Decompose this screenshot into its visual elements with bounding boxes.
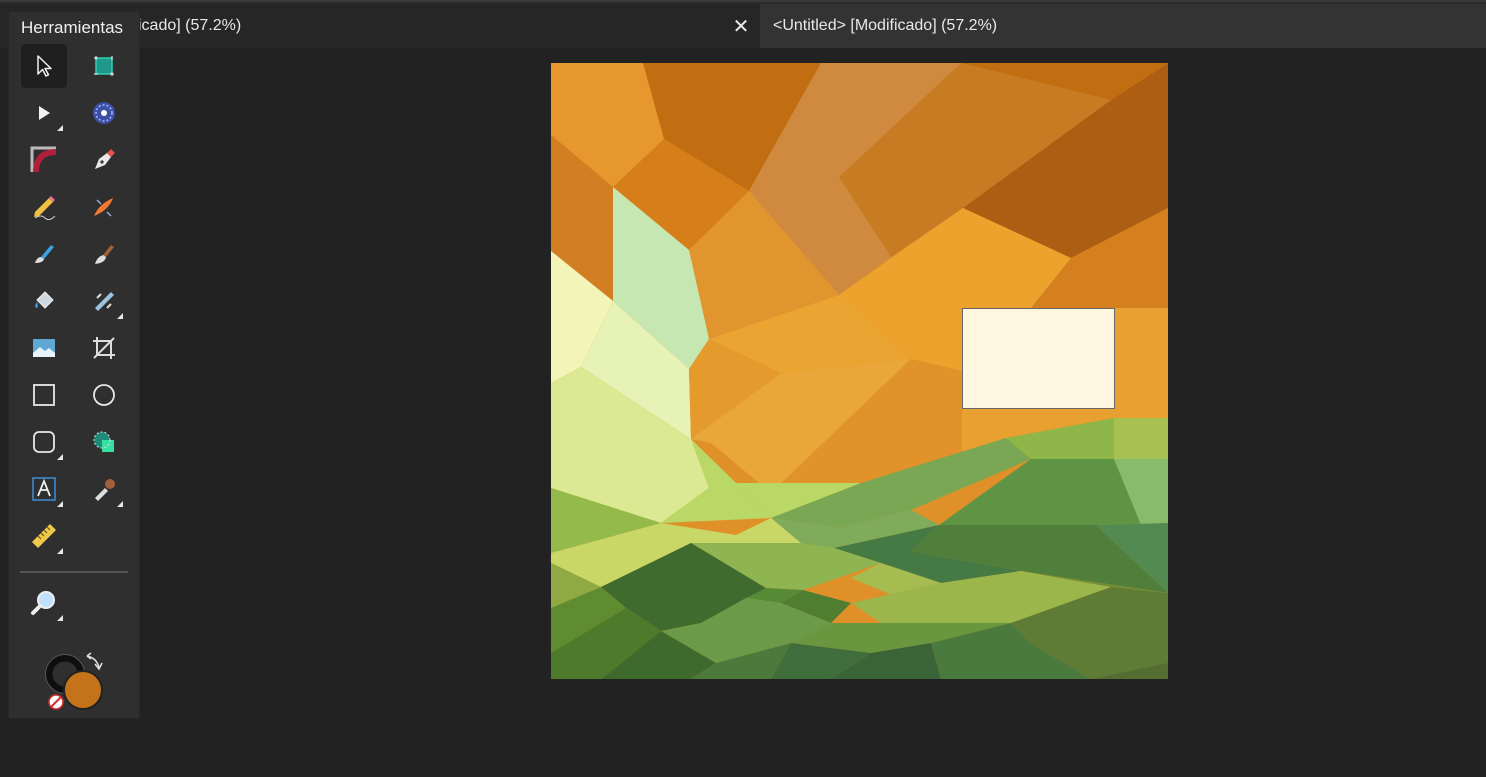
tab-document-2-label: <Untitled> [Modificado] (57.2%) xyxy=(773,17,998,34)
flyout-indicator xyxy=(57,125,63,131)
flyout-indicator xyxy=(117,313,123,319)
crop-tool-icon xyxy=(93,337,115,359)
flyout-indicator xyxy=(57,454,63,460)
pencil-tool[interactable] xyxy=(21,185,67,229)
document-canvas[interactable] xyxy=(551,63,1168,679)
paint-brush-tool-icon xyxy=(35,245,54,263)
rounded-rectangle-tool-icon xyxy=(33,431,55,453)
place-image-tool[interactable] xyxy=(21,326,67,370)
tools-separator xyxy=(20,571,128,573)
point-transform-tool[interactable] xyxy=(81,91,127,135)
shape-builder-tool[interactable] xyxy=(81,420,127,464)
tab-document-1-label: icado] (57.2%) xyxy=(138,17,242,34)
artboard-tool[interactable] xyxy=(81,44,127,88)
pencil-tool-icon xyxy=(34,196,56,220)
vector-brush-tool-icon xyxy=(94,198,113,217)
pixel-brush-tool-icon xyxy=(95,245,114,264)
measure-tool[interactable] xyxy=(21,514,67,558)
artistic-text-tool[interactable] xyxy=(21,467,67,511)
node-tool-icon xyxy=(39,106,50,120)
zoom-tool[interactable] xyxy=(21,581,67,625)
node-tool[interactable] xyxy=(21,91,67,135)
pen-tool-icon xyxy=(95,149,115,169)
ellipse-tool-icon xyxy=(93,384,115,406)
rectangle-tool-icon xyxy=(33,384,55,406)
tools-panel: Herramientas xyxy=(9,12,139,718)
corner-tool-icon xyxy=(30,146,57,173)
color-picker-tool[interactable] xyxy=(81,467,127,511)
fill-tool-icon xyxy=(35,291,54,309)
close-icon[interactable]: ✕ xyxy=(732,16,750,38)
move-tool[interactable] xyxy=(21,44,67,88)
point-transform-tool-icon xyxy=(93,102,115,124)
artistic-text-tool-icon xyxy=(32,477,56,501)
low-poly-artwork xyxy=(551,63,1168,679)
zoom-tool-icon xyxy=(31,591,55,615)
pen-tool[interactable] xyxy=(81,138,127,182)
vector-brush-tool[interactable] xyxy=(81,185,127,229)
move-tool-icon xyxy=(37,55,52,77)
rectangle-tool[interactable] xyxy=(21,373,67,417)
paint-brush-tool[interactable] xyxy=(21,232,67,276)
pixel-brush-tool[interactable] xyxy=(81,232,127,276)
artboard-tool-icon xyxy=(94,56,114,76)
ellipse-tool[interactable] xyxy=(81,373,127,417)
flyout-indicator xyxy=(57,548,63,554)
rounded-rectangle-tool[interactable] xyxy=(21,420,67,464)
flyout-indicator xyxy=(57,501,63,507)
transparency-tool[interactable] xyxy=(81,279,127,323)
crop-tool[interactable] xyxy=(81,326,127,370)
tools-panel-title: Herramientas xyxy=(21,18,124,37)
stroke-fill-swatch-icon xyxy=(45,652,103,710)
color-picker-tool-icon xyxy=(95,479,115,501)
corner-tool[interactable] xyxy=(21,138,67,182)
place-image-tool-icon xyxy=(33,339,55,357)
fill-tool[interactable] xyxy=(21,279,67,323)
flyout-indicator xyxy=(57,615,63,621)
measure-tool-icon xyxy=(32,524,56,548)
document-tab-bar: icado] (57.2%) ✕ <Untitled> [Modificado]… xyxy=(0,0,1486,48)
flyout-indicator xyxy=(117,501,123,507)
color-swatches[interactable] xyxy=(43,650,107,714)
transparency-tool-icon xyxy=(95,292,114,311)
shape-builder-tool-icon xyxy=(93,431,114,452)
tab-document-2[interactable]: <Untitled> [Modificado] (57.2%) xyxy=(760,4,1486,48)
